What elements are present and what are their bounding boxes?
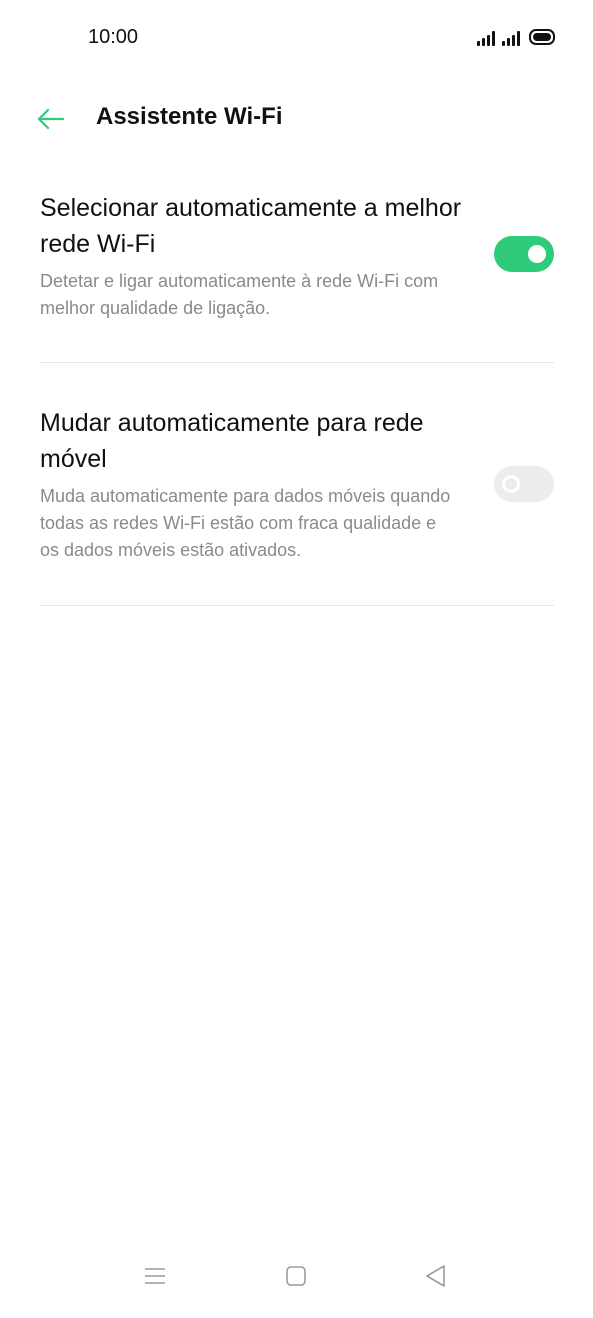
toggle-knob: [528, 245, 546, 263]
back-triangle-icon[interactable]: [422, 1262, 450, 1290]
page-title: Assistente Wi-Fi: [96, 103, 283, 130]
status-bar: 10:00: [0, 0, 593, 76]
setting-title: Mudar automaticamente para rede móvel: [40, 409, 424, 473]
home-icon[interactable]: [282, 1262, 310, 1290]
menu-icon[interactable]: [141, 1262, 169, 1290]
signal-icon: [502, 30, 520, 46]
setting-description: Detetar e ligar automaticamente à rede W…: [40, 271, 439, 318]
signal-icon: [477, 30, 495, 46]
auto-select-wifi-toggle[interactable]: [494, 236, 554, 272]
setting-auto-switch-mobile[interactable]: Mudar automaticamente para rede móvel Mu…: [40, 405, 554, 575]
navigation-bar: [0, 1238, 593, 1318]
toggle-knob: [502, 475, 520, 493]
divider: [40, 362, 554, 363]
app-header: Assistente Wi-Fi: [0, 94, 593, 144]
auto-switch-mobile-toggle[interactable]: [494, 466, 554, 502]
arrow-left-icon[interactable]: [36, 104, 66, 134]
status-time: 10:00: [88, 26, 139, 48]
setting-auto-select-wifi[interactable]: Selecionar automaticamente a melhor rede…: [40, 190, 554, 340]
setting-title: Selecionar automaticamente a melhor rede…: [40, 194, 462, 258]
divider: [40, 605, 554, 606]
battery-icon: [529, 29, 555, 45]
status-icons: [477, 28, 555, 46]
setting-description: Muda automaticamente para dados móveis q…: [40, 486, 451, 560]
